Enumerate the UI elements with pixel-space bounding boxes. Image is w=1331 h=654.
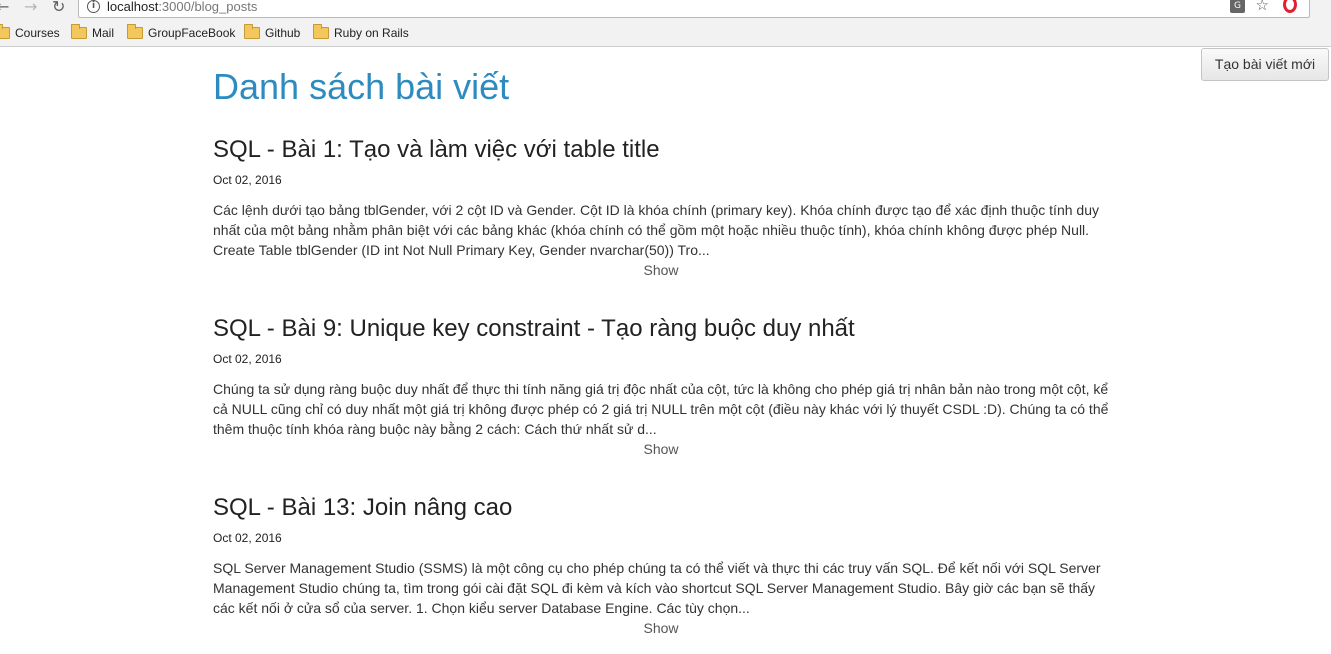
bookmark-label: GroupFaceBook [148, 26, 236, 40]
post-date: Oct 02, 2016 [213, 352, 282, 366]
post-date: Oct 02, 2016 [213, 531, 282, 545]
folder-icon [313, 24, 329, 39]
show-link[interactable]: Show [213, 618, 1113, 638]
translate-icon[interactable]: G [1230, 0, 1245, 13]
show-link-label: Show [643, 262, 679, 278]
blog-post: SQL - Bài 13: Join nâng cao Oct 02, 2016… [213, 492, 1113, 638]
post-excerpt: SQL Server Management Studio (SSMS) là m… [213, 560, 1101, 616]
address-url[interactable]: localhost:3000/blog_posts [107, 0, 257, 14]
reload-icon[interactable]: ↻ [52, 0, 65, 16]
post-excerpt: Chúng ta sử dụng ràng buộc duy nhất để t… [213, 381, 1109, 437]
blog-post: SQL - Bài 1: Tạo và làm việc với table t… [213, 134, 1113, 280]
url-path: :3000/blog_posts [158, 0, 258, 14]
post-excerpt: Các lệnh dưới tạo bảng tblGender, với 2 … [213, 202, 1099, 258]
show-link-label: Show [643, 441, 679, 457]
folder-icon [0, 24, 10, 39]
show-link[interactable]: Show [213, 439, 1113, 459]
browser-chrome: ← → ↻ i localhost:3000/blog_posts G ☆ Co… [0, 0, 1331, 47]
info-icon[interactable]: i [87, 0, 100, 13]
bookmark-mail[interactable]: Mail [71, 24, 114, 42]
folder-icon [127, 24, 143, 39]
forward-arrow-icon[interactable]: → [24, 0, 37, 16]
bookmark-groupfacebook[interactable]: GroupFaceBook [127, 24, 235, 42]
show-link-label: Show [643, 620, 679, 636]
blog-post: SQL - Bài 9: Unique key constraint - Tạo… [213, 313, 1113, 459]
address-bar[interactable]: i localhost:3000/blog_posts G ☆ [78, 0, 1310, 18]
browser-toolbar: ← → ↻ i localhost:3000/blog_posts G ☆ [0, 0, 1331, 18]
post-title: SQL - Bài 1: Tạo và làm việc với table t… [213, 136, 660, 163]
new-post-button[interactable]: Tạo bài viết mới [1201, 48, 1329, 81]
bookmark-label: Github [265, 26, 301, 40]
bookmark-label: Courses [15, 26, 60, 40]
bookmark-star-icon[interactable]: ☆ [1256, 0, 1269, 14]
show-link[interactable]: Show [213, 260, 1113, 280]
folder-icon [71, 24, 87, 39]
back-arrow-icon[interactable]: ← [0, 0, 9, 16]
folder-icon [244, 24, 260, 39]
post-title: SQL - Bài 13: Join nâng cao [213, 494, 513, 521]
post-title: SQL - Bài 9: Unique key constraint - Tạo… [213, 315, 855, 342]
bookmark-label: Ruby on Rails [334, 26, 409, 40]
bookmark-label: Mail [92, 26, 115, 40]
bookmark-github[interactable]: Github [244, 24, 300, 42]
bookmark-ruby-on-rails[interactable]: Ruby on Rails [313, 24, 409, 42]
url-host: localhost [107, 0, 159, 14]
post-date: Oct 02, 2016 [213, 173, 282, 187]
bookmark-courses[interactable]: Courses [0, 24, 60, 42]
page-title: Danh sách bài viết [213, 66, 510, 107]
bookmarks-bar: Courses Mail GroupFaceBook Github Ruby o… [0, 24, 1331, 42]
